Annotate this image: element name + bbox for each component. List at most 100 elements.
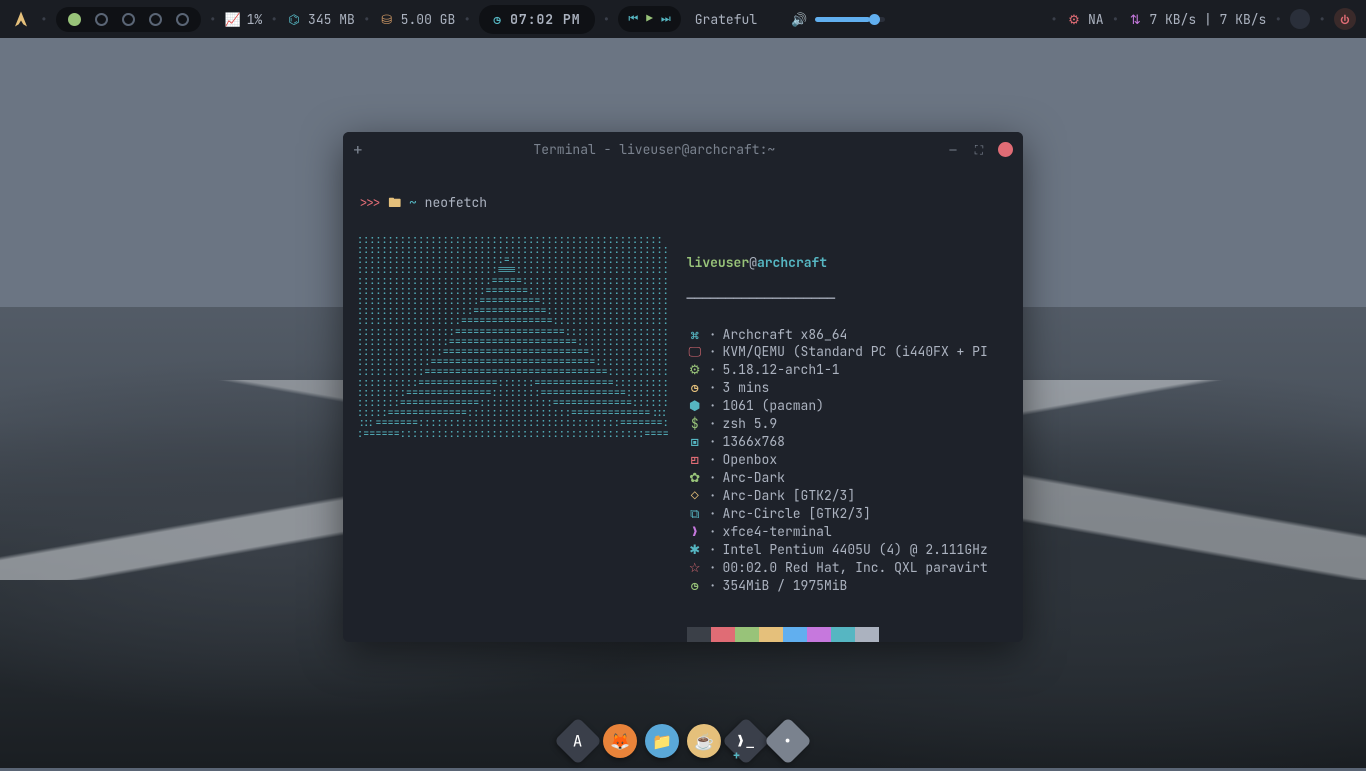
color-swatch <box>735 627 759 643</box>
info-icon: ✱ <box>687 541 703 559</box>
color-swatch <box>759 627 783 643</box>
info-icon: ⧉ <box>687 505 703 523</box>
firefox-icon: 🦊 <box>610 731 630 752</box>
folder-icon: 🖿 <box>388 194 401 211</box>
neofetch-output: ::::::::::::::::::::::::::::::::::::::::… <box>357 236 1009 642</box>
info-row: ⚙·5.18.12-arch1-1 <box>687 361 988 379</box>
volume-slider[interactable] <box>815 17 885 22</box>
disk-icon: ⛁ <box>379 11 395 27</box>
network-widget[interactable]: ⇅ 7 KB/s | 7 KB/s <box>1127 11 1266 28</box>
arch-logo-icon[interactable] <box>10 8 32 30</box>
power-button[interactable]: ⏻ <box>1334 8 1356 30</box>
system-info: liveuser@archcraft ─────────────────── ⌘… <box>687 236 988 642</box>
workspace-3[interactable] <box>122 13 135 26</box>
info-value: Archcraft x86_64 <box>723 326 848 344</box>
close-button[interactable] <box>998 142 1013 157</box>
minimize-button[interactable]: — <box>946 143 960 157</box>
updates-value: NA <box>1088 11 1104 28</box>
info-row: ⧉·Arc-Circle [GTK2/3] <box>687 505 988 523</box>
separator: • <box>1274 11 1282 28</box>
info-icon: ◰ <box>687 451 703 469</box>
terminal-body[interactable]: >>> 🖿 ~ neofetch :::::::::::::::::::::::… <box>343 168 1023 642</box>
dock[interactable]: A 🦊 📁 ☕ ❯_+ • <box>555 720 811 762</box>
dock-app-settings[interactable]: • <box>764 717 812 765</box>
info-icon: ❯ <box>687 523 703 541</box>
terminal-titlebar[interactable]: + Terminal - liveuser@archcraft:~ — ⛶ <box>343 132 1023 168</box>
info-value: 1366x768 <box>723 433 785 451</box>
prompt-line: >>> 🖿 ~ neofetch <box>357 194 1009 212</box>
info-icon: 🖵 <box>687 343 703 361</box>
color-swatch <box>783 627 807 643</box>
info-icon: ◇ <box>687 487 703 505</box>
info-icon: $ <box>687 415 703 433</box>
info-value: xfce4-terminal <box>723 523 832 541</box>
workspace-switcher[interactable] <box>56 7 201 32</box>
info-value: 00:02.0 Red Hat, Inc. QXL paravirt <box>723 559 988 577</box>
username: liveuser <box>687 254 749 271</box>
separator: • <box>209 11 217 28</box>
info-row: ❯·xfce4-terminal <box>687 523 988 541</box>
launcher-icon: A <box>573 730 583 751</box>
workspace-1[interactable] <box>68 13 81 26</box>
maximize-button[interactable]: ⛶ <box>972 143 986 157</box>
terminal-window[interactable]: + Terminal - liveuser@archcraft:~ — ⛶ >>… <box>343 132 1023 642</box>
next-track-button[interactable]: ⏭ <box>661 12 671 26</box>
window-title: Terminal - liveuser@archcraft:~ <box>363 141 946 158</box>
info-row: ◷·3 mins <box>687 379 988 397</box>
dock-app-editor[interactable]: ☕ <box>687 724 721 758</box>
separator: • <box>40 11 48 28</box>
info-value: Arc-Circle [GTK2/3] <box>723 505 871 523</box>
prev-track-button[interactable]: ⏮ <box>628 12 638 26</box>
separator: • <box>270 11 278 28</box>
color-swatch <box>711 627 735 643</box>
workspace-4[interactable] <box>149 13 162 26</box>
dock-app-files[interactable]: 📁 <box>645 724 679 758</box>
info-value: zsh 5.9 <box>723 415 778 433</box>
editor-icon: ☕ <box>694 731 714 752</box>
info-value: 1061 (pacman) <box>723 397 824 415</box>
disk-widget[interactable]: ⛁ 5.00 GB <box>379 11 456 28</box>
active-indicator: + <box>733 748 740 764</box>
media-controls: ⏮ ▶ ⏭ <box>618 6 680 32</box>
volume-widget[interactable]: 🔊 <box>791 11 885 28</box>
updates-widget[interactable]: ⚙ NA <box>1066 11 1104 28</box>
info-value: 5.18.12-arch1-1 <box>723 361 840 379</box>
network-value: 7 KB/s | 7 KB/s <box>1149 11 1266 28</box>
info-icon: ⬢ <box>687 397 703 415</box>
info-value: 3 mins <box>723 379 770 397</box>
dock-app-firefox[interactable]: 🦊 <box>603 724 637 758</box>
info-icon: ☆ <box>687 559 703 577</box>
tray-icon[interactable] <box>1290 9 1310 29</box>
info-row: $·zsh 5.9 <box>687 415 988 433</box>
separator: • <box>1112 11 1120 28</box>
separator: • <box>603 11 611 28</box>
dock-app-launcher[interactable]: A <box>554 717 602 765</box>
chart-icon: 📈 <box>225 11 241 27</box>
network-icon: ⇅ <box>1127 11 1143 27</box>
settings-icon: • <box>783 730 793 751</box>
separator: • <box>463 11 471 28</box>
clock-icon: ◷ <box>493 11 502 28</box>
color-swatch <box>855 627 879 643</box>
ram-widget[interactable]: ⌬ 345 MB <box>286 11 355 28</box>
info-icon: ⌘ <box>687 326 703 344</box>
info-row: 🖵·KVM/QEMU (Standard PC (i440FX + PI <box>687 343 988 361</box>
info-row: ▣·1366x768 <box>687 433 988 451</box>
underline: ─────────────────── <box>687 290 988 308</box>
song-title: Grateful <box>695 11 757 28</box>
play-button[interactable]: ▶ <box>646 12 653 26</box>
dock-app-terminal[interactable]: ❯_+ <box>722 717 770 765</box>
new-tab-button[interactable]: + <box>353 139 363 160</box>
cpu-widget[interactable]: 📈 1% <box>225 11 263 28</box>
clock-widget[interactable]: ◷ 07:02 PM <box>479 5 594 34</box>
info-value: KVM/QEMU (Standard PC (i440FX + PI <box>723 343 988 361</box>
ram-value: 345 MB <box>308 11 355 28</box>
workspace-5[interactable] <box>176 13 189 26</box>
info-value: 354MiB / 1975MiB <box>723 577 848 595</box>
clock-value: 07:02 PM <box>510 11 580 28</box>
workspace-2[interactable] <box>95 13 108 26</box>
color-swatch <box>807 627 831 643</box>
info-row: ☆·00:02.0 Red Hat, Inc. QXL paravirt <box>687 559 988 577</box>
cpu-value: 1% <box>247 11 263 28</box>
separator: • <box>363 11 371 28</box>
